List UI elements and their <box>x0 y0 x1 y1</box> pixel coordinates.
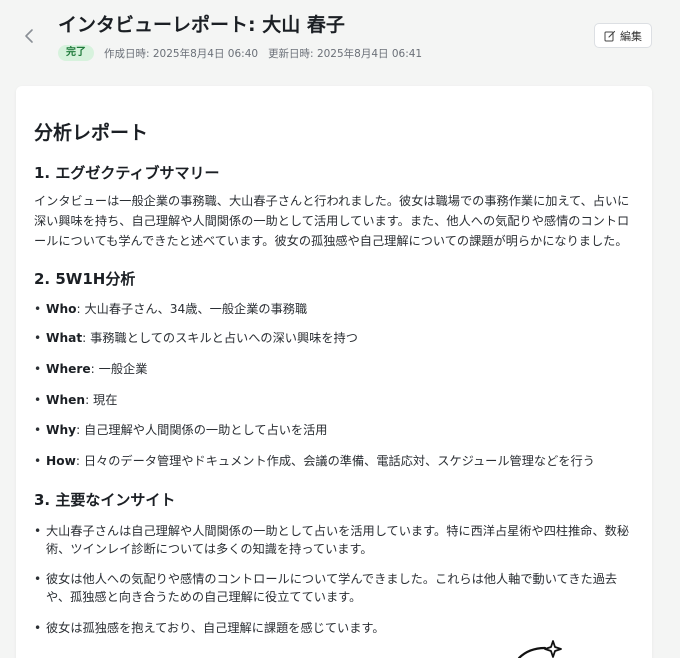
list-item-value: : 日々のデータ管理やドキュメント作成、会議の準備、電話応対、スケジュール管理な… <box>75 454 595 468</box>
edit-button[interactable]: 編集 <box>594 23 652 48</box>
list-item-key: When <box>46 393 86 407</box>
summary-paragraph: インタビューは一般企業の事務職、大山春子さんと行われました。彼女は職場での事務作… <box>34 194 630 248</box>
page-header: インタビューレポート: 大山 春子 完了 作成日時: 2025年8月4日 06:… <box>0 0 680 86</box>
list-item-key: Who <box>46 302 77 316</box>
summary-heading: 1. エグゼクティブサマリー <box>34 164 220 182</box>
edit-icon <box>604 30 616 41</box>
list-item: 彼女は他人への気配りや感情のコントロールについて学んできました。これらは他人軸で… <box>34 570 638 606</box>
report-card: 分析レポート 1. エグゼクティブサマリー インタビューは一般企業の事務職、大山… <box>16 86 652 658</box>
list-item-key: What <box>46 331 83 345</box>
page-title: インタビューレポート: 大山 春子 <box>58 14 345 36</box>
created-date: 作成日時: 2025年8月4日 06:40 <box>104 47 259 60</box>
list-item-key: How <box>46 454 76 468</box>
status-badge: 完了 <box>58 45 94 61</box>
updated-date: 更新日時: 2025年8月4日 06:41 <box>268 47 423 60</box>
list-item: Why: 自己理解や人間関係の一助として占いを活用 <box>34 421 638 439</box>
meta-row: 完了 作成日時: 2025年8月4日 06:40 更新日時: 2025年8月4日… <box>58 44 422 62</box>
list-item: 彼女は孤独感を抱えており、自己理解に課題を感じています。 <box>34 619 638 637</box>
list-item: Who: 大山春子さん、34歳、一般企業の事務職 <box>34 300 638 318</box>
insights-heading: 3. 主要なインサイト <box>34 491 176 509</box>
edit-button-label: 編集 <box>620 29 642 43</box>
list-item-value: : 自己理解や人間関係の一助として占いを活用 <box>76 423 328 437</box>
list-item: When: 現在 <box>34 391 638 409</box>
sparkle-icon <box>517 640 562 658</box>
list-item: How: 日々のデータ管理やドキュメント作成、会議の準備、電話応対、スケジュール… <box>34 452 638 470</box>
list-item: Where: 一般企業 <box>34 360 638 378</box>
list-item-key: Why <box>46 423 77 437</box>
list-item-value: : 一般企業 <box>90 362 148 376</box>
back-button[interactable] <box>22 24 42 48</box>
list-item-value: : 大山春子さん、34歳、一般企業の事務職 <box>76 302 308 316</box>
list-item-value: : 現在 <box>85 393 118 407</box>
list-item-value: : 事務職としてのスキルと占いへの深い興味を持つ <box>82 331 358 345</box>
list-item-key: Where <box>46 362 91 376</box>
report-title: 分析レポート <box>34 122 149 144</box>
w5h1-heading: 2. 5W1H分析 <box>34 270 136 288</box>
list-item: What: 事務職としてのスキルと占いへの深い興味を持つ <box>34 329 638 347</box>
list-item: 大山春子さんは自己理解や人間関係の一助として占いを活用しています。特に西洋占星術… <box>34 522 638 558</box>
chevron-left-icon <box>25 29 33 43</box>
